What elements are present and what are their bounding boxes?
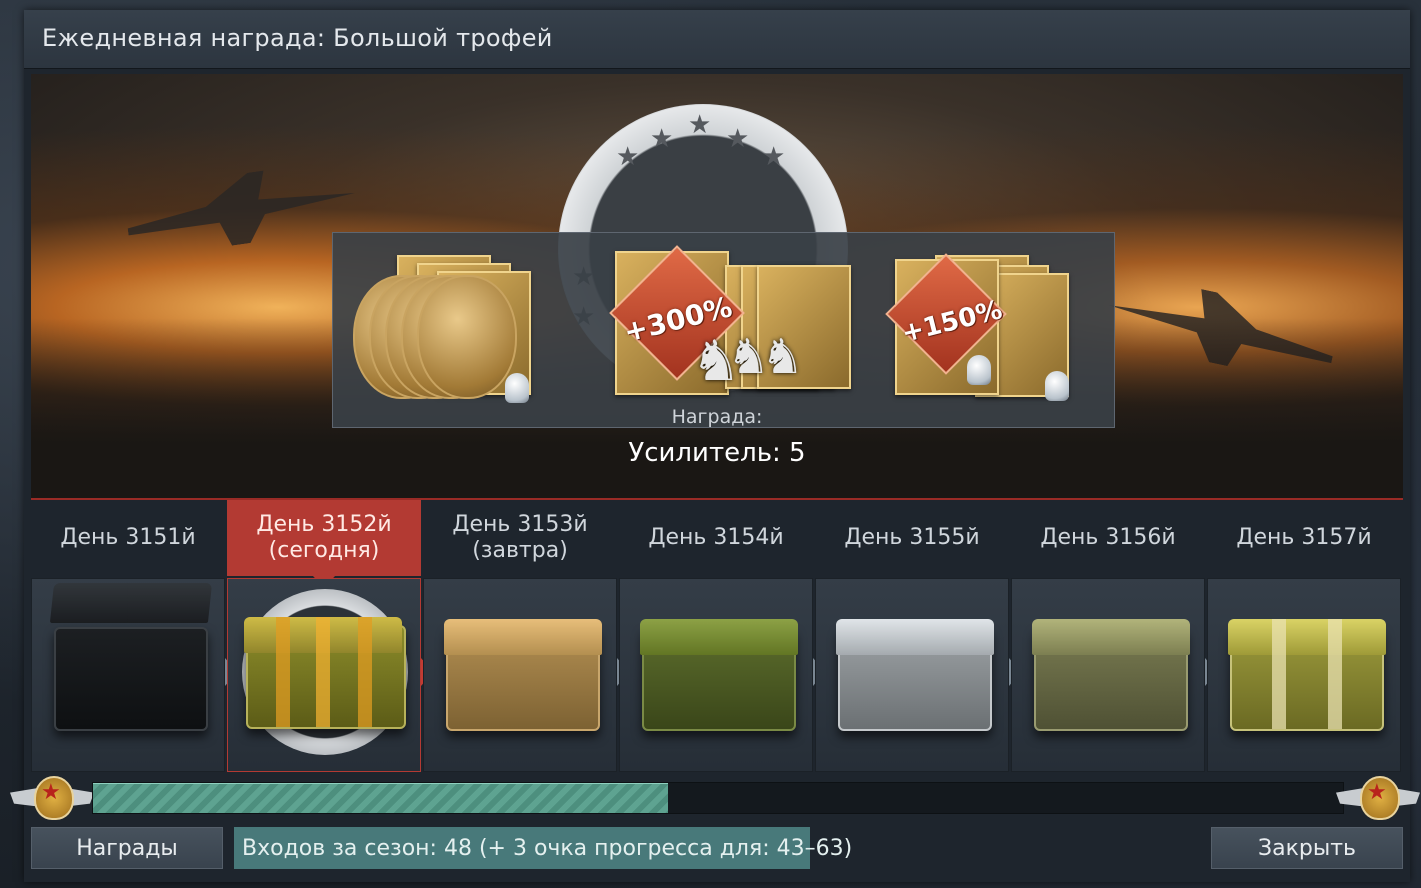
footer-bar: Награды Входов за сезон: 48 (+ 3 очка пр…: [24, 824, 1410, 874]
chest-lid: [49, 583, 213, 623]
chest-band: [276, 617, 290, 727]
olive-chest-icon: [1032, 619, 1190, 731]
reward-items-panel: +300% ♞ ♞ ♞ +150%: [332, 232, 1115, 428]
opened-black-chest-icon: [49, 583, 213, 731]
title-bar: Ежедневная награда: Большой трофей: [24, 10, 1410, 69]
chest-cell-day-7[interactable]: [1207, 578, 1401, 772]
star-icon: ★: [688, 110, 712, 140]
chest-lid: [1228, 619, 1386, 655]
chest-lid: [1032, 619, 1190, 655]
day-labels-row: День 3151й День 3152й (сегодня) День 315…: [31, 500, 1403, 588]
season-logins-status: Входов за сезон: 48 (+ 3 очка прогресса …: [234, 827, 852, 869]
chest-band: [358, 617, 372, 727]
coin-icon: [417, 275, 517, 399]
star-icon: ★: [41, 780, 61, 805]
lightbulb-icon: [505, 373, 529, 403]
lightbulb-icon: [967, 355, 991, 385]
star-icon: ★: [650, 124, 674, 154]
day-label: День 3155й: [844, 525, 980, 550]
gold-striped-chest-icon: [244, 617, 406, 729]
progress-track: [92, 782, 1344, 814]
chest-band: [316, 617, 330, 727]
window-title: Ежедневная награда: Большой трофей: [42, 24, 553, 52]
season-progress: ★ ★: [10, 774, 1410, 824]
reward-hero: ★ ★ ★ ★ ★ ★ ★ ★ ★ ★: [31, 74, 1403, 498]
winged-star-emblem-icon: ★: [1336, 774, 1420, 820]
chest-band: [1272, 619, 1286, 729]
winged-star-emblem-icon: ★: [10, 774, 94, 820]
lightbulb-icon: [1045, 371, 1069, 401]
day-label: День 3151й: [60, 525, 196, 550]
chest-cell-day-5[interactable]: [815, 578, 1009, 772]
star-icon: ★: [726, 124, 750, 154]
star-icon: ★: [616, 142, 640, 172]
close-button[interactable]: Закрыть: [1211, 827, 1403, 869]
green-chest-icon: [640, 619, 798, 731]
reward-value: Усилитель: 5: [628, 438, 806, 468]
chest-cell-day-3[interactable]: [423, 578, 617, 772]
silver-chest-icon: [836, 619, 994, 731]
day-label: День 3154й: [648, 525, 784, 550]
silver-lion-booster-cards-icon[interactable]: +300% ♞ ♞ ♞: [609, 245, 851, 413]
daily-reward-window: Ежедневная награда: Большой трофей ★ ★ ★…: [10, 10, 1410, 882]
day-label: День 3157й: [1236, 525, 1372, 550]
chest-lid: [444, 619, 602, 655]
chest-cell-day-2-today[interactable]: [227, 578, 421, 772]
day-label: День 3156й: [1040, 525, 1176, 550]
gold-booster-coins-icon[interactable]: [353, 245, 543, 413]
star-icon: ★: [762, 142, 786, 172]
chest-cell-day-6[interactable]: [1011, 578, 1205, 772]
chests-row: [31, 578, 1403, 774]
research-booster-card-icon[interactable]: +150%: [885, 245, 1085, 413]
day-label-today: День 3152й (сегодня): [227, 500, 421, 588]
tan-chest-icon: [444, 619, 602, 731]
chest-lid: [836, 619, 994, 655]
progress-fill: [93, 783, 668, 813]
gold-striped-chest-icon: [1228, 619, 1386, 731]
lion-icon: ♞: [761, 329, 805, 385]
chest-lid: [640, 619, 798, 655]
reward-caption: Награда:: [671, 406, 763, 428]
jet-silhouette-icon: [122, 158, 360, 259]
star-icon: ★: [1367, 780, 1387, 805]
chest-cell-day-4[interactable]: [619, 578, 813, 772]
rewards-button[interactable]: Награды: [31, 827, 223, 869]
day-label-tomorrow: День 3153й (завтра): [452, 512, 588, 563]
chest-band: [1328, 619, 1342, 729]
chest-cell-day-1[interactable]: [31, 578, 225, 772]
